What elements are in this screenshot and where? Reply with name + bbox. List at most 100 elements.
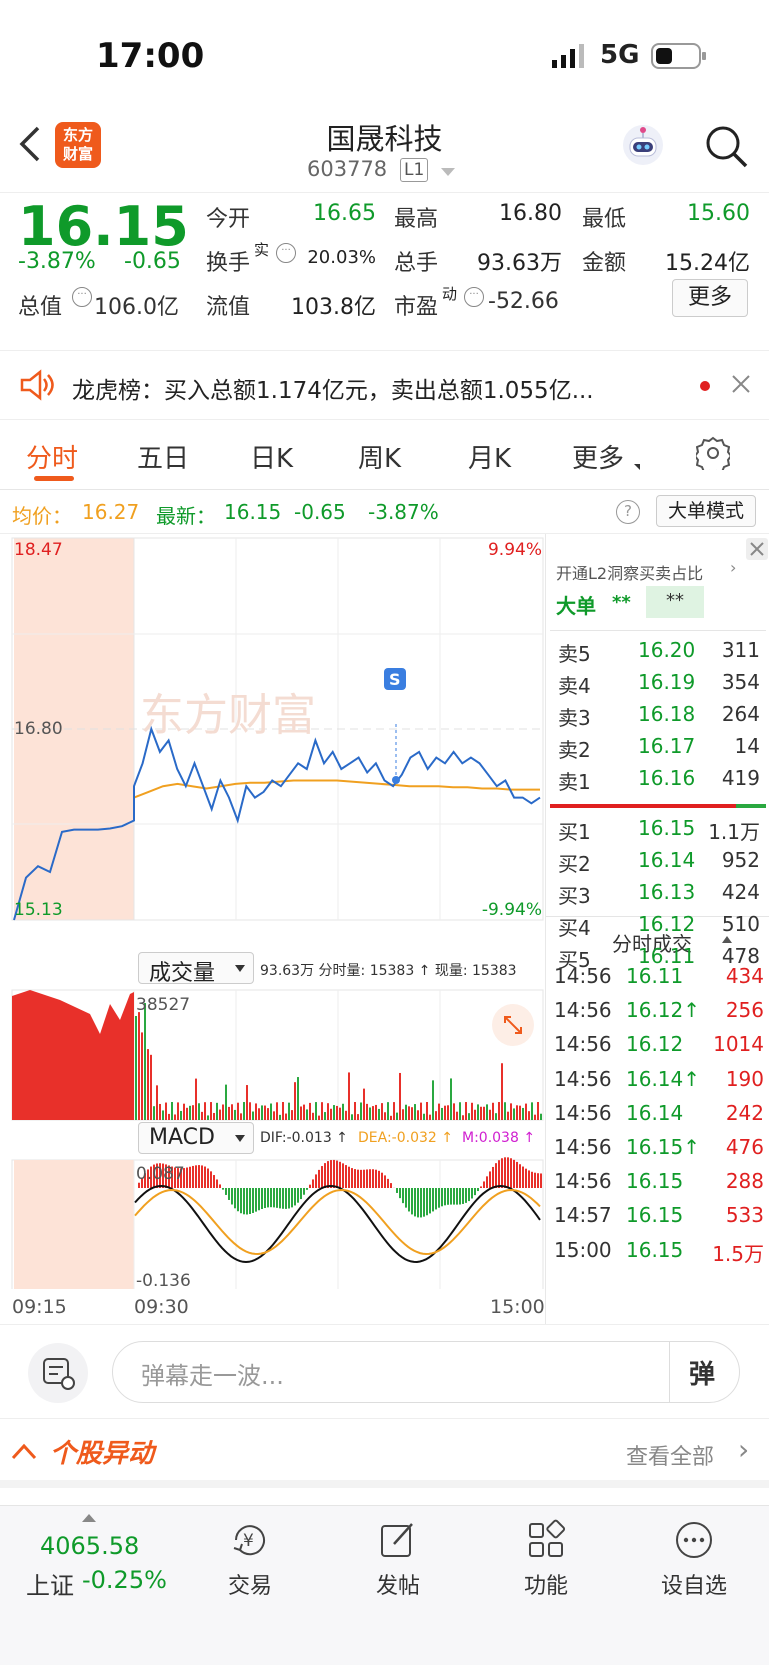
macd-bar	[375, 1169, 377, 1188]
macd-bar	[348, 1166, 350, 1188]
buy-row[interactable]: 买2 16.14 952	[558, 848, 760, 880]
stock-movers-section[interactable]: 个股异动 查看全部 ›	[0, 1418, 769, 1488]
last-label: 最新：	[156, 504, 216, 528]
macd-bar	[282, 1188, 284, 1209]
expand-icon[interactable]	[492, 1004, 534, 1046]
macd-bar	[534, 1172, 536, 1188]
chevron-down-icon[interactable]	[441, 168, 455, 176]
macd-bar	[387, 1178, 389, 1188]
tab-daily-k[interactable]: 日K	[250, 438, 293, 475]
news-ticker[interactable]: 龙虎榜：买入总额1.174亿元，卖出总额1.055亿...	[0, 350, 769, 420]
macd-bar	[318, 1169, 320, 1188]
add-watchlist-label: 设自选	[660, 1574, 727, 1599]
sell-price: 16.20	[638, 638, 696, 662]
info-dots-icon[interactable]: ···	[276, 243, 296, 263]
signal-point	[392, 776, 400, 784]
volume-bar	[255, 1103, 257, 1120]
sell-price: 16.17	[638, 734, 696, 758]
volume-bar	[141, 1032, 143, 1120]
sell-label: 卖2	[558, 738, 591, 762]
vol-max-label: 38527	[136, 995, 190, 1015]
info-dots-icon[interactable]: ···	[464, 287, 484, 307]
more-circle-icon	[634, 1518, 754, 1562]
volume-bar	[360, 1102, 362, 1120]
help-icon[interactable]: ?	[616, 500, 640, 524]
sell-row[interactable]: 卖1 16.16 419	[558, 766, 760, 798]
tab-five-day[interactable]: 五日	[137, 438, 189, 475]
volume-bar	[183, 1103, 185, 1120]
buy-label: 买2	[558, 852, 591, 876]
view-all-link[interactable]: 查看全部	[626, 1439, 714, 1471]
info-dots-icon[interactable]: ···	[72, 287, 92, 307]
yen-cycle-icon: ¥	[190, 1518, 310, 1562]
volume-bar	[213, 1112, 215, 1120]
robot-assistant-icon[interactable]	[620, 122, 666, 172]
more-button[interactable]: 更多	[672, 279, 748, 317]
sell-row[interactable]: 卖2 16.17 14	[558, 734, 760, 766]
buy-row[interactable]: 买4 16.12 510	[558, 912, 760, 944]
order-book: 开通L2洞察买卖占比 › 大单 ** ** 分时成交 卖5 16.20 311 卖4 1…	[545, 534, 769, 1324]
macd-bar	[201, 1165, 203, 1188]
l2-promo-link[interactable]: 开通L2洞察买卖占比	[556, 560, 703, 584]
buy-row[interactable]: 买3 16.13 424	[558, 880, 760, 912]
macd-dif: DIF:-0.013 ↑	[260, 1130, 348, 1146]
macd-bar	[453, 1188, 455, 1205]
tab-intraday[interactable]: 分时	[26, 438, 78, 475]
macd-bar	[258, 1188, 260, 1211]
big-order-mode-button[interactable]: 大单模式	[656, 495, 756, 527]
sell-price: 16.16	[638, 766, 696, 790]
post-label: 发帖	[375, 1574, 420, 1599]
macd-bar	[438, 1188, 440, 1208]
tab-weekly-k[interactable]: 周K	[358, 438, 401, 475]
macd-bar	[468, 1188, 470, 1202]
add-watchlist-button[interactable]: 设自选	[634, 1518, 754, 1600]
danmu-send-button[interactable]: 弹	[689, 1354, 715, 1391]
volume-bar	[354, 1102, 356, 1120]
trade-row: 14:56 16.11 434	[554, 964, 764, 998]
sell-row[interactable]: 卖3 16.18 264	[558, 702, 760, 734]
pct-max-label: 9.94%	[488, 540, 542, 560]
macd-bar	[480, 1186, 482, 1188]
volume-bar	[486, 1104, 488, 1120]
index-widget[interactable]: 4065.58 上证 -0.25%	[18, 1510, 178, 1610]
tab-monthly-k[interactable]: 月K	[468, 438, 511, 475]
volume-bar	[531, 1102, 533, 1120]
price-chart[interactable]: 东方财富 S 18.47 15.13 16.80 9.94% -9.94% 38…	[0, 534, 545, 1289]
macd-bar	[462, 1188, 464, 1204]
sell-row[interactable]: 卖4 16.19 354	[558, 670, 760, 702]
price-pct: -3.87%	[18, 249, 96, 274]
trade-price: 16.14	[626, 1100, 684, 1125]
close-icon[interactable]	[746, 538, 768, 560]
battery-icon	[651, 42, 707, 74]
tab-more[interactable]: 更多	[572, 438, 624, 475]
danmu-toggle-icon[interactable]	[28, 1343, 88, 1403]
pct-min-label: -9.94%	[482, 900, 542, 920]
volume-bar	[216, 1102, 218, 1120]
intraday-chart[interactable]: 东方财富 S 18.47 15.13 16.80 9.94% -9.94% 38…	[0, 534, 545, 1324]
settings-gear-icon[interactable]	[693, 436, 733, 476]
volume-indicator-select[interactable]: 成交量	[138, 952, 254, 986]
sell-row[interactable]: 卖5 16.20 311	[558, 638, 760, 670]
volume-bar	[483, 1106, 485, 1120]
sell-label: 卖5	[558, 642, 591, 666]
level-badge[interactable]: L1	[400, 158, 429, 182]
high-label: 最高	[394, 207, 439, 232]
macd-indicator-select[interactable]: MACD	[138, 1122, 254, 1154]
macd-bar	[186, 1167, 188, 1188]
search-icon[interactable]	[704, 124, 748, 172]
trade-button[interactable]: ¥ 交易	[190, 1518, 310, 1600]
danmu-input[interactable]: 弹幕走一波... 弹	[112, 1341, 740, 1403]
amount-value: 15.24亿	[665, 251, 750, 276]
close-icon[interactable]	[730, 373, 752, 399]
macd-bar	[399, 1188, 401, 1199]
buy-row[interactable]: 买1 16.15 1.1万	[558, 816, 760, 848]
avg-value: 16.27	[82, 500, 140, 524]
post-button[interactable]: 发帖	[338, 1518, 458, 1600]
function-button[interactable]: 功能	[486, 1518, 606, 1600]
macd-bar	[207, 1168, 209, 1188]
volume-bar	[189, 1105, 191, 1120]
buy-price: 16.13	[638, 880, 696, 904]
macd-bar	[333, 1159, 335, 1188]
macd-bar	[402, 1188, 404, 1204]
macd-bar	[504, 1157, 506, 1188]
